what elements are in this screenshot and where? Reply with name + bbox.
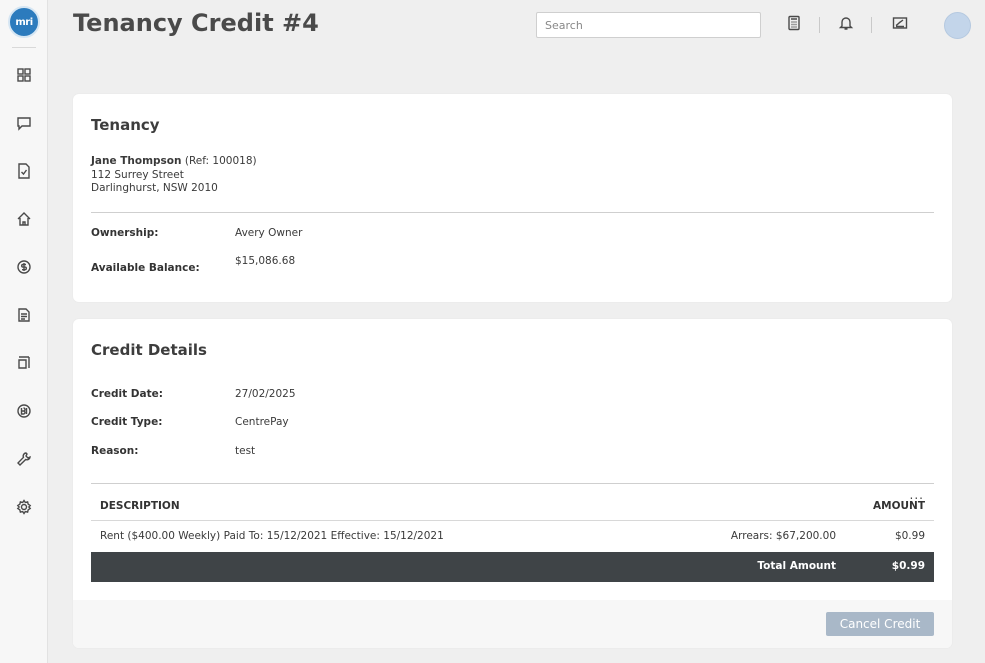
inspection-icon[interactable] (14, 352, 34, 372)
credit-details-card: Credit Details Credit Date: 27/02/2025 C… (73, 319, 952, 648)
calculator-icon[interactable] (785, 14, 803, 32)
reason-value: test (235, 445, 256, 457)
column-header-description[interactable]: DESCRIPTION (100, 500, 180, 512)
ownership-label: Ownership: (91, 227, 159, 239)
total-row: Total Amount $0.99 (91, 552, 934, 582)
sidebar: mri (0, 0, 48, 663)
address-line-1: 112 Surrey Street (91, 169, 184, 181)
document-check-icon[interactable] (14, 161, 34, 181)
dollar-icon[interactable] (14, 257, 34, 277)
ownership-value[interactable]: Avery Owner (235, 227, 302, 239)
available-balance-value: $15,086.68 (235, 255, 296, 267)
header-divider (871, 17, 872, 33)
header-divider (819, 17, 820, 33)
card-footer: Cancel Credit (73, 600, 952, 648)
tenant-ref: (Ref: 100018) (184, 155, 257, 167)
row-arrears: Arrears: $67,200.00 (730, 530, 836, 542)
cancel-credit-button[interactable]: Cancel Credit (826, 612, 934, 636)
mri-logo[interactable]: mri (8, 6, 40, 38)
avatar[interactable] (944, 12, 971, 39)
tools-icon[interactable] (14, 449, 34, 469)
tenancy-section-title: Tenancy (91, 116, 160, 134)
logo-text: mri (15, 16, 33, 28)
tenancy-card: Tenancy Jane Thompson (Ref: 100018) 112 … (73, 94, 952, 302)
credit-details-title: Credit Details (91, 341, 207, 359)
search-input[interactable] (536, 12, 761, 38)
table-row: Rent ($400.00 Weekly) Paid To: 15/12/202… (91, 521, 934, 552)
home-icon[interactable] (14, 209, 34, 229)
page-title: Tenancy Credit #4 (73, 9, 319, 37)
signature-icon[interactable] (891, 14, 909, 32)
total-value: $0.99 (891, 560, 925, 572)
table-header: DESCRIPTION ... AMOUNT (91, 483, 934, 521)
settings-icon[interactable] (14, 497, 34, 517)
divider (91, 212, 934, 213)
credit-type-label: Credit Type: (91, 416, 163, 428)
tenant-name-line: Jane Thompson (Ref: 100018) (91, 155, 257, 167)
reason-label: Reason: (91, 445, 139, 457)
credit-date-label: Credit Date: (91, 388, 163, 400)
address-line-2: Darlinghurst, NSW 2010 (91, 182, 218, 194)
bell-icon[interactable] (837, 14, 855, 32)
column-header-amount[interactable]: AMOUNT (873, 500, 925, 512)
bi-icon[interactable] (14, 401, 34, 421)
chat-icon[interactable] (14, 113, 34, 133)
sidebar-divider (12, 47, 36, 48)
available-balance-label: Available Balance: (91, 262, 200, 274)
report-icon[interactable] (14, 305, 34, 325)
total-label: Total Amount (757, 560, 836, 572)
dashboard-icon[interactable] (14, 65, 34, 85)
credit-type-value: CentrePay (235, 416, 289, 428)
row-description: Rent ($400.00 Weekly) Paid To: 15/12/202… (100, 530, 444, 542)
row-amount: $0.99 (894, 530, 925, 542)
tenant-name[interactable]: Jane Thompson (91, 155, 182, 167)
credit-date-value: 27/02/2025 (235, 388, 296, 400)
